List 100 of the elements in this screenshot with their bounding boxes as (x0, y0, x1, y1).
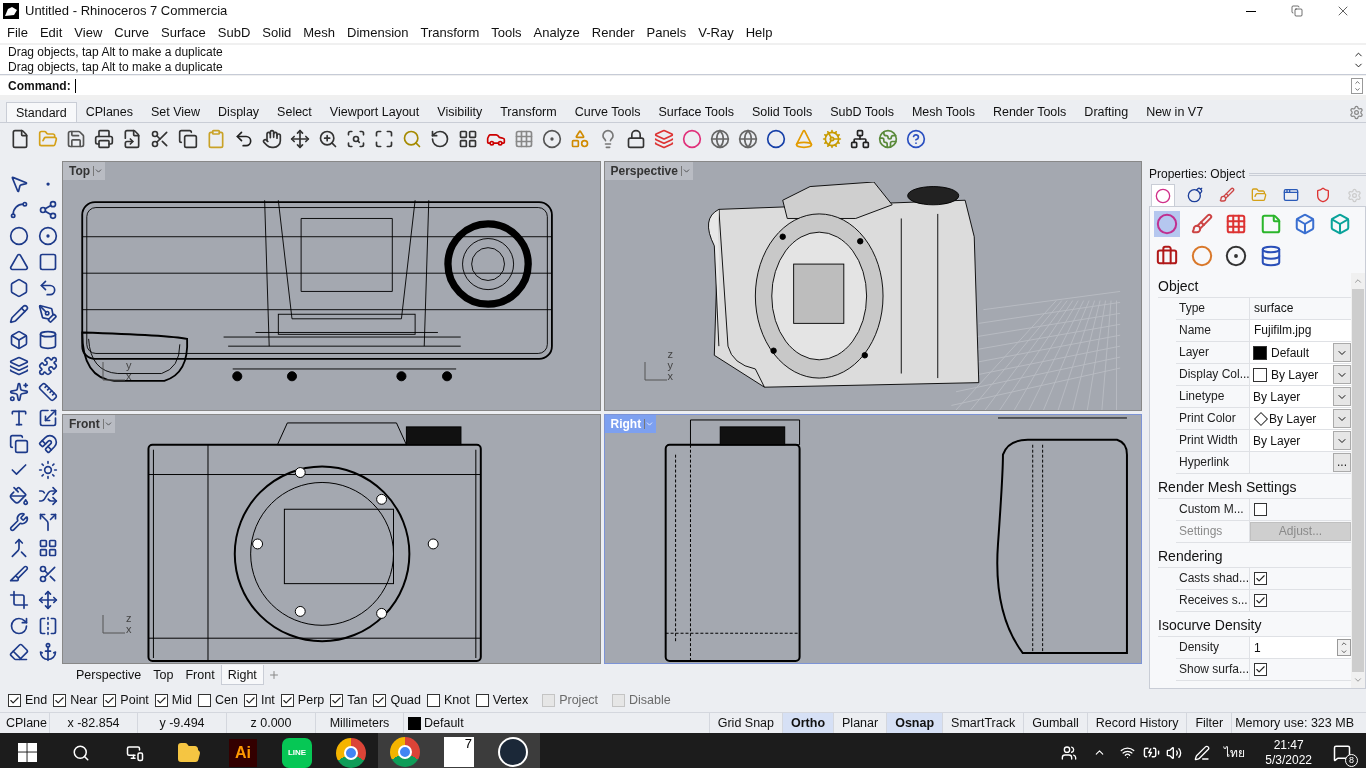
checkbox[interactable] (1254, 572, 1267, 585)
viewport[interactable]: Top y x (62, 161, 601, 411)
grid-icon[interactable] (37, 538, 58, 558)
checkbox[interactable] (280, 694, 294, 707)
volume-icon[interactable] (1166, 744, 1183, 761)
property-dropdown[interactable]: By Layer (1250, 430, 1351, 451)
illustrator-button[interactable]: Ai (216, 733, 270, 768)
undo-view-icon[interactable] (430, 128, 450, 149)
property-dropdown[interactable]: Default (1250, 342, 1351, 363)
puzzle-icon[interactable] (37, 356, 58, 376)
viewport-tab[interactable]: Front (179, 665, 221, 685)
checkbox[interactable] (103, 694, 117, 707)
eraser-icon[interactable] (8, 642, 29, 662)
pen-icon[interactable] (37, 304, 58, 324)
toolbar-tab[interactable]: Viewport Layout (320, 102, 429, 122)
move-icon[interactable] (37, 590, 58, 610)
status-toggle[interactable]: Osnap (886, 713, 943, 733)
toolbar-tab[interactable]: Select (268, 102, 321, 122)
menu-item[interactable]: Analyze (527, 22, 586, 43)
menu-item[interactable]: Tools (485, 22, 528, 43)
cut-icon[interactable] (150, 128, 170, 149)
more-button[interactable]: ... (1333, 453, 1351, 472)
target-icon[interactable] (37, 226, 58, 246)
viewport-title[interactable]: Top (63, 162, 106, 180)
checkbox[interactable] (1254, 663, 1267, 676)
checkbox[interactable] (1254, 594, 1267, 607)
curve-icon[interactable] (8, 200, 29, 220)
pen-icon[interactable] (1194, 744, 1211, 761)
menu-item[interactable]: File (1, 22, 34, 43)
triangle-icon[interactable] (8, 252, 29, 272)
lock-icon[interactable] (626, 128, 646, 149)
property-dropdown[interactable]: By Layer (1250, 408, 1351, 429)
toolbar-tab[interactable]: SubD Tools (821, 102, 903, 122)
toolbar-tab[interactable]: Drafting (1075, 102, 1138, 122)
menu-item[interactable]: SubD (211, 22, 257, 43)
checkbox[interactable] (243, 694, 257, 707)
toolbar-tab[interactable]: Curve Tools (565, 102, 650, 122)
status-toggle[interactable]: Ortho (782, 713, 834, 733)
checkbox[interactable] (1254, 503, 1267, 516)
viewport[interactable]: Front z x (62, 414, 601, 664)
property-dropdown[interactable]: By Layer (1250, 364, 1351, 385)
wifi-icon[interactable] (1120, 745, 1136, 760)
four-view-icon[interactable] (458, 128, 478, 149)
rhino-button[interactable]: 7 (432, 733, 486, 768)
spin-arrows-icon[interactable] (1351, 77, 1363, 94)
layers-icon[interactable] (8, 356, 29, 376)
magnet-icon[interactable] (37, 434, 58, 454)
copy-icon[interactable] (178, 128, 198, 149)
checkbox[interactable] (198, 694, 211, 707)
toolbar-tab[interactable]: Mesh Tools (902, 102, 984, 122)
menu-item[interactable]: View (68, 22, 109, 43)
cylinder-icon[interactable] (37, 330, 58, 350)
print-icon[interactable] (94, 128, 114, 149)
language-indicator[interactable]: ไทย (1224, 743, 1246, 762)
page-tab[interactable] (1151, 184, 1175, 206)
menu-item[interactable]: Help (739, 22, 779, 43)
scale-icon[interactable] (37, 408, 58, 428)
checkbox[interactable] (373, 694, 387, 707)
zoom-extents-icon[interactable] (374, 128, 394, 149)
zoom-window-icon[interactable] (346, 128, 366, 149)
save-icon[interactable] (66, 128, 86, 149)
import-icon[interactable] (122, 128, 142, 149)
sun-icon[interactable] (37, 460, 58, 480)
wireframe-sphere-icon[interactable] (738, 128, 758, 149)
shuffle-icon[interactable] (37, 486, 58, 506)
rotate-icon[interactable] (8, 616, 29, 636)
checkbox[interactable] (8, 694, 21, 707)
circle-icon[interactable] (8, 226, 29, 246)
nodes-icon[interactable] (37, 200, 58, 220)
flip-icon[interactable] (37, 616, 58, 636)
viewport-title[interactable]: Perspective (604, 162, 693, 180)
square-icon[interactable] (37, 252, 58, 272)
crop-icon[interactable] (8, 590, 29, 610)
menu-item[interactable]: Curve (108, 22, 155, 43)
checkbox[interactable] (53, 694, 67, 707)
people-icon[interactable] (1061, 744, 1078, 761)
pan-icon[interactable] (262, 128, 282, 149)
toolbar-tab[interactable]: New in V7 (1137, 102, 1213, 122)
toolbar-tab[interactable]: Display (209, 102, 269, 122)
clock[interactable]: 21:47 5/3/2022 (1265, 737, 1312, 768)
menu-item[interactable]: Mesh (297, 22, 342, 43)
anchor-icon[interactable] (37, 642, 58, 662)
pointer-icon[interactable] (8, 174, 29, 194)
toolbar-tab[interactable]: Surface Tools (649, 102, 743, 122)
point-icon[interactable] (542, 128, 562, 149)
menu-item[interactable]: Render (585, 22, 641, 43)
menu-item[interactable]: Transform (414, 22, 486, 43)
box-icon[interactable] (8, 330, 29, 350)
disc-icon[interactable] (1223, 243, 1249, 269)
ruler-icon[interactable] (37, 382, 58, 402)
toolbar-tab[interactable]: Standard (6, 102, 77, 122)
checkbox[interactable] (330, 694, 344, 707)
toolbar-tab[interactable]: Transform (491, 102, 566, 122)
pencil-icon[interactable] (8, 304, 29, 324)
layers-icon[interactable] (654, 128, 674, 149)
zoom-in-icon[interactable] (318, 128, 338, 149)
menu-item[interactable]: Dimension (341, 22, 415, 43)
sparkle-icon[interactable] (8, 382, 29, 402)
toolbar-tab[interactable]: Set View (142, 102, 210, 122)
viewport-tab[interactable]: Perspective (70, 665, 148, 685)
